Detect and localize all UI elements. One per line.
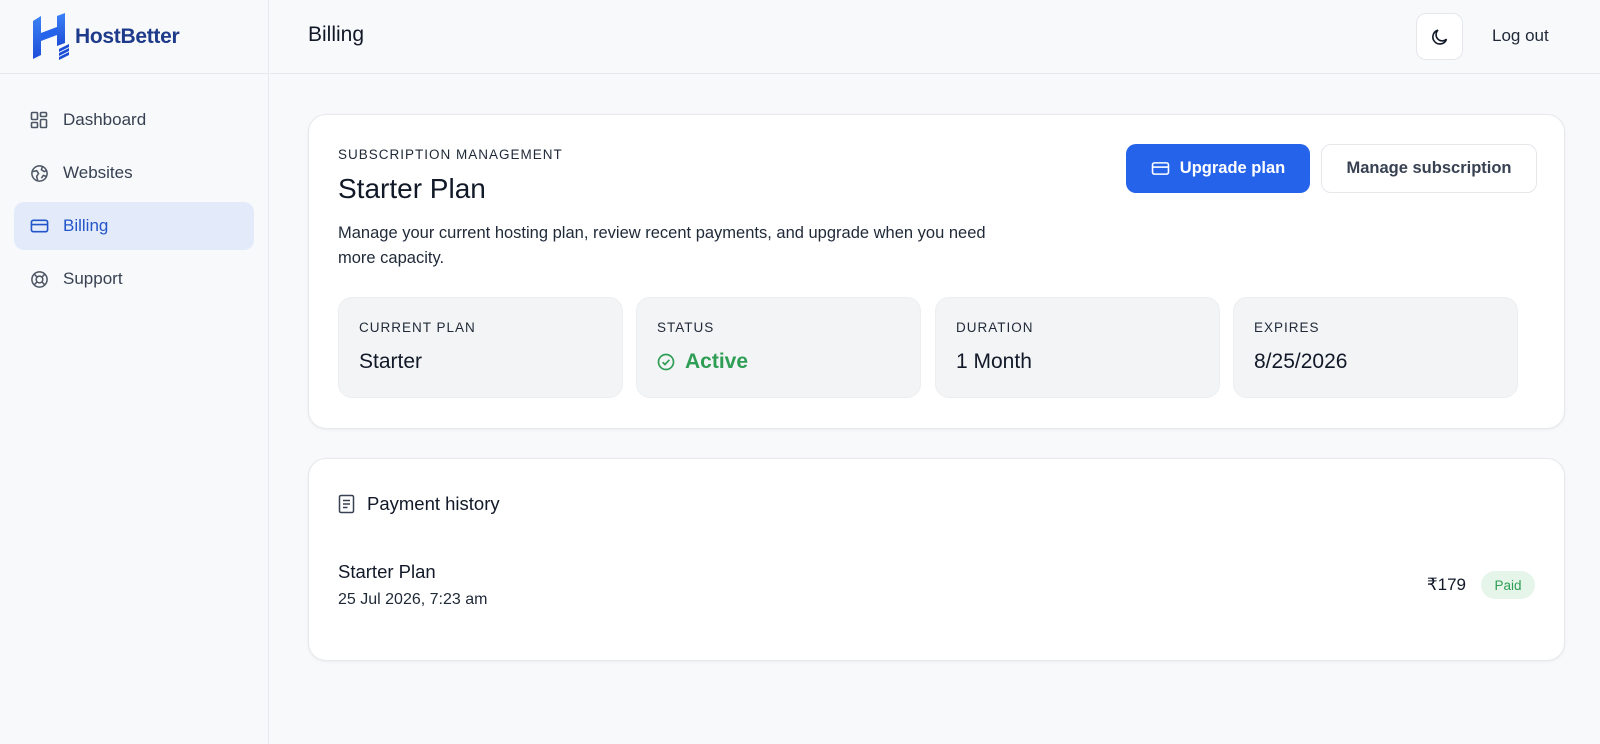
grid-icon (29, 110, 49, 130)
payment-history-card: Payment history Starter Plan 25 Jul 2026… (308, 458, 1565, 661)
payment-date: 25 Jul 2026, 7:23 am (338, 591, 488, 608)
stat-label: CURRENT PLAN (359, 320, 476, 335)
stat-expires: EXPIRES 8/25/2026 (1233, 297, 1518, 398)
subscription-card: SUBSCRIPTION MANAGEMENT Starter Plan Man… (308, 114, 1565, 429)
brand[interactable]: HostBetter (0, 0, 268, 74)
hostbetter-logo-icon (33, 12, 69, 60)
payment-row[interactable]: Starter Plan 25 Jul 2026, 7:23 am ₹179 P… (338, 561, 1535, 617)
stat-value: 1 Month (956, 350, 1032, 373)
sidebar: HostBetter Dashboard Websites Billing Su… (0, 0, 269, 744)
app-root: HostBetter Dashboard Websites Billing Su… (0, 0, 1600, 744)
manage-subscription-button[interactable]: Manage subscription (1321, 144, 1537, 193)
moon-icon (1431, 28, 1447, 45)
sidebar-item-label: Websites (63, 163, 133, 182)
stat-label: EXPIRES (1254, 320, 1320, 335)
sidebar-item-websites[interactable]: Websites (14, 149, 254, 197)
upgrade-plan-button[interactable]: Upgrade plan (1126, 144, 1310, 193)
page-title: Billing (308, 23, 365, 46)
top-header: Billing Log out (270, 0, 1600, 74)
brand-name: HostBetter (75, 24, 180, 48)
credit-card-icon (29, 216, 49, 236)
check-circle-icon (657, 353, 675, 371)
payment-amount: ₹179 (1426, 575, 1466, 594)
sidebar-item-label: Billing (63, 216, 109, 235)
stat-duration: DURATION 1 Month (935, 297, 1220, 398)
sidebar-item-billing[interactable]: Billing (14, 202, 254, 250)
stat-value: 8/25/2026 (1254, 350, 1348, 373)
sidebar-nav: Dashboard Websites Billing Support (0, 74, 268, 303)
payment-plan-name: Starter Plan (338, 561, 436, 582)
sidebar-item-label: Dashboard (63, 110, 147, 129)
stat-value: Starter (359, 350, 423, 373)
credit-card-icon (1151, 161, 1170, 176)
status-text: Active (685, 350, 749, 373)
stat-value-status: Active (657, 350, 748, 374)
receipt-icon (338, 494, 355, 514)
stat-status: STATUS Active (636, 297, 921, 398)
plan-title: Starter Plan (338, 173, 486, 204)
payment-history-title: Payment history (367, 493, 500, 514)
subscription-eyebrow: SUBSCRIPTION MANAGEMENT (338, 147, 563, 162)
payment-history-header: Payment history (338, 493, 500, 515)
sidebar-item-label: Support (63, 269, 123, 288)
logout-button[interactable]: Log out (1492, 26, 1549, 46)
sidebar-item-support[interactable]: Support (14, 255, 254, 303)
sidebar-item-dashboard[interactable]: Dashboard (14, 96, 254, 144)
status-badge: Paid (1481, 571, 1535, 599)
theme-toggle-button[interactable] (1416, 13, 1463, 60)
stat-label: STATUS (657, 320, 715, 335)
upgrade-plan-label: Upgrade plan (1179, 159, 1286, 177)
lifebuoy-icon (29, 269, 49, 289)
stat-current-plan: CURRENT PLAN Starter (338, 297, 623, 398)
stat-label: DURATION (956, 320, 1034, 335)
plan-description: Manage your current hosting plan, review… (338, 224, 986, 267)
globe-icon (29, 163, 49, 183)
